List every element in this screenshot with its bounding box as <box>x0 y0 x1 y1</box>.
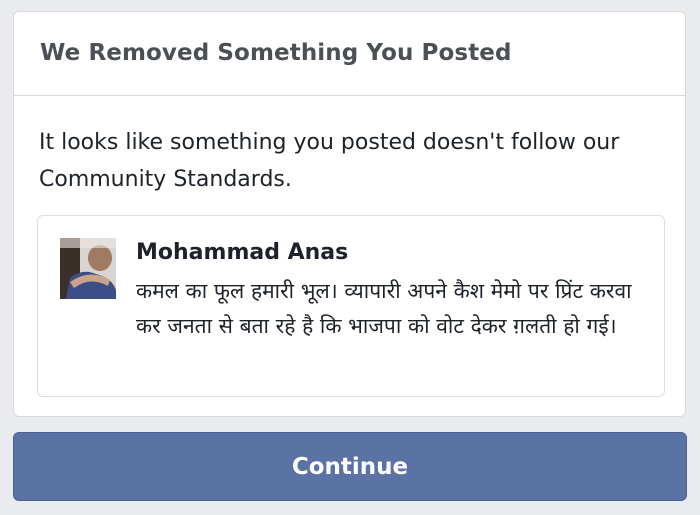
avatar-photo <box>60 238 116 299</box>
dialog-title: We Removed Something You Posted <box>40 40 512 66</box>
avatar <box>60 238 116 299</box>
dialog-header: We Removed Something You Posted <box>14 12 685 96</box>
post-card: Mohammad Anas कमल का फूल हमारी भूल। व्या… <box>37 215 665 397</box>
post-author-name[interactable]: Mohammad Anas <box>136 240 348 265</box>
post-text: कमल का फूल हमारी भूल। व्यापारी अपने कैश … <box>136 279 632 338</box>
continue-button[interactable]: Continue <box>13 432 687 501</box>
dialog-message: It looks like something you posted doesn… <box>39 130 620 192</box>
removed-post-dialog: We Removed Something You Posted It looks… <box>13 11 686 417</box>
